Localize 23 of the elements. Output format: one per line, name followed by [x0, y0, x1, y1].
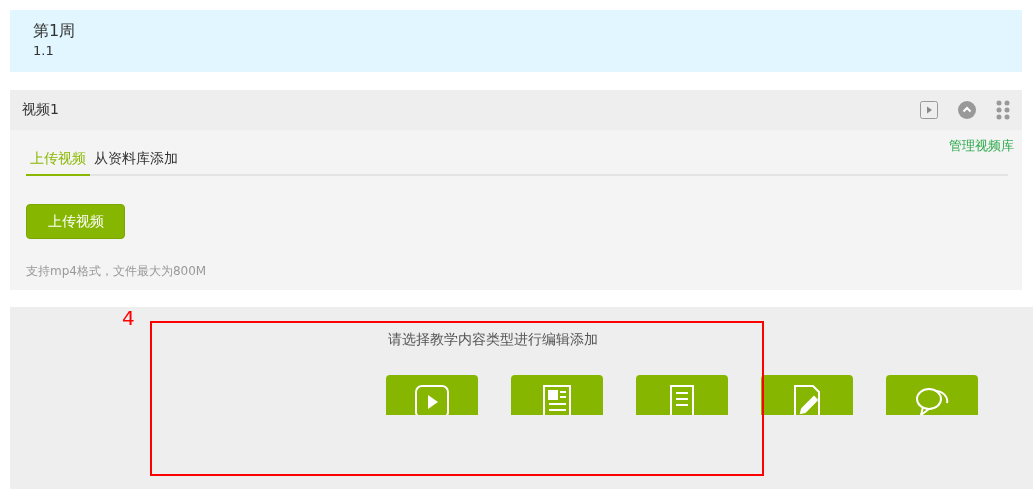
- collapse-icon[interactable]: [958, 101, 976, 119]
- content-type-tile[interactable]: [761, 375, 853, 415]
- document-icon: [667, 385, 697, 415]
- panel-title: 视频1: [22, 101, 59, 119]
- upload-button[interactable]: 上传视频: [26, 204, 125, 239]
- format-hint: 支持mp4格式，文件最大为800M: [26, 263, 208, 280]
- annotation-number: 4: [122, 306, 135, 330]
- picker-prompt: 请选择教学内容类型进行编辑添加: [388, 330, 598, 349]
- week-subtitle: 1.1: [33, 42, 55, 60]
- content-type-tile[interactable]: [886, 375, 978, 415]
- manage-library-link[interactable]: 管理视频库: [949, 137, 1014, 155]
- content-type-tile[interactable]: [386, 375, 478, 415]
- week-title: 第1周: [33, 20, 77, 42]
- article-icon: [542, 385, 572, 415]
- play-icon[interactable]: [920, 101, 938, 119]
- tab[interactable]: 上传视频: [26, 146, 90, 176]
- tab[interactable]: 从资料库添加: [90, 146, 182, 176]
- content-type-tile[interactable]: [636, 375, 728, 415]
- edit-document-icon: [792, 385, 822, 415]
- content-type-tile[interactable]: [511, 375, 603, 415]
- drag-handle-icon[interactable]: [996, 100, 1010, 120]
- chat-bubbles-icon: [915, 385, 949, 415]
- play-icon: [415, 385, 449, 415]
